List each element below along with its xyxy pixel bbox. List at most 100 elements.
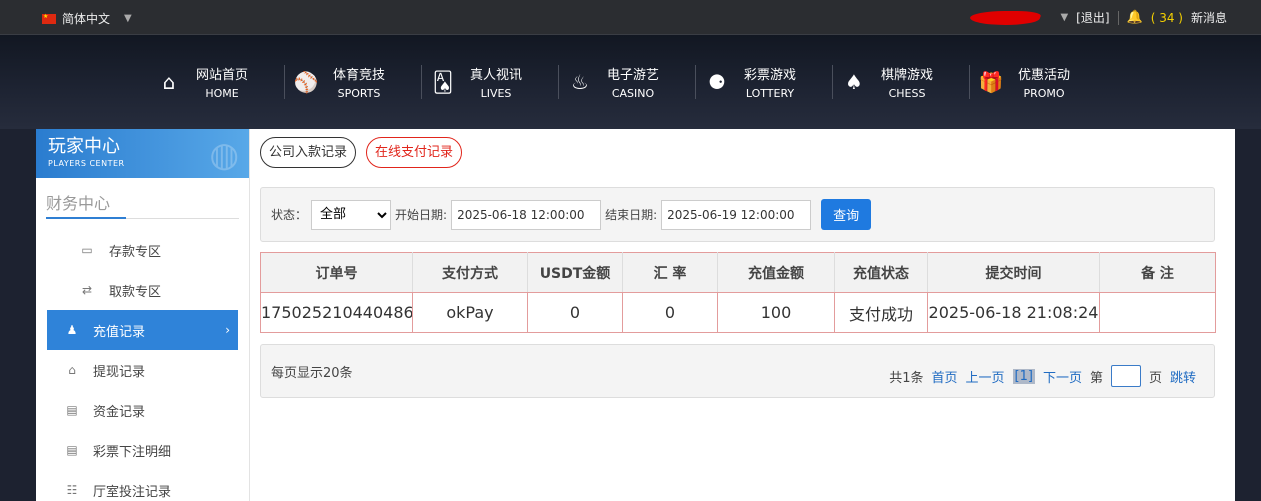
nav-item-lottery[interactable]: ⚈ 彩票游戏 LOTTERY xyxy=(696,64,833,100)
nav-item-label: 电子游艺 xyxy=(607,68,660,83)
start-date-input[interactable] xyxy=(451,199,602,230)
chess-icon: ♠ xyxy=(845,70,863,94)
column-header: 支付方式 xyxy=(412,252,528,293)
end-date-label: 结束日期: xyxy=(605,208,658,222)
nav-item-lives[interactable]: 🂡 真人视讯 LIVES xyxy=(422,64,559,100)
sidebar-item-lottery-bet-details[interactable]: ▤ 彩票下注明细 xyxy=(47,430,238,470)
bell-icon[interactable]: 🔔 xyxy=(1127,10,1143,25)
nav-item-text: 棋牌游戏 CHESS xyxy=(881,64,933,100)
nav-item-text: 优惠活动 PROMO xyxy=(1018,64,1070,100)
tab-company-deposit-records[interactable]: 公司入款记录 xyxy=(260,137,357,168)
table-cell: 2025-06-18 21:08:24 xyxy=(927,292,1100,333)
card-icon: ▭ xyxy=(81,243,93,257)
tab-online-payment-records[interactable]: 在线支付记录 xyxy=(366,137,463,168)
column-header: 汇 率 xyxy=(622,252,718,293)
table-cell: 0 xyxy=(527,292,623,333)
chevron-down-icon: ▼ xyxy=(124,13,132,24)
table-cell: okPay xyxy=(412,292,528,333)
jump-link[interactable]: 跳转 xyxy=(1170,367,1196,386)
nav-item-text: 网站首页 HOME xyxy=(196,64,248,100)
end-date-input[interactable] xyxy=(661,199,812,230)
page-prefix: 第 xyxy=(1089,370,1103,386)
sidebar-item-label: 取款专区 xyxy=(109,284,162,300)
user-chevron-down-icon[interactable]: ▼ xyxy=(1060,12,1068,23)
chevron-right-icon: › xyxy=(225,323,230,337)
column-header: USDT金额 xyxy=(527,252,623,293)
next-page-link[interactable]: 下一页 xyxy=(1043,367,1082,386)
nav-item-text: 体育竞技 SPORTS xyxy=(333,64,385,100)
casino-icon: ♨ xyxy=(571,70,589,94)
nav-item-promo[interactable]: 🎁 优惠活动 PROMO xyxy=(970,64,1107,100)
promo-icon: 🎁 xyxy=(978,70,1004,94)
nav-item-sublabel: CHESS xyxy=(888,87,926,100)
message-count[interactable]: ( 34 ) xyxy=(1151,11,1183,25)
nav-item-text: 电子游艺 CASINO xyxy=(607,64,659,100)
column-header: 备 注 xyxy=(1099,252,1216,293)
top-bar: 简体中文 ▼ ▼ [退出] 🔔 ( 34 ) 新消息 xyxy=(0,0,1261,35)
sidebar-item-deposit[interactable]: ▭ 存款专区 xyxy=(47,230,238,270)
nav-item-sublabel: LOTTERY xyxy=(745,87,795,100)
withdraw-icon: ⇄ xyxy=(81,283,93,297)
nav-item-text: 彩票游戏 LOTTERY xyxy=(744,64,796,100)
record-tabs: 公司入款记录 在线支付记录 xyxy=(260,137,463,168)
nav-item-casino[interactable]: ♨ 电子游艺 CASINO xyxy=(559,64,696,100)
nav-item-sublabel: CASINO xyxy=(611,87,655,100)
table-cell xyxy=(1099,292,1216,333)
column-header: 充值状态 xyxy=(834,252,928,293)
finance-center-heading: 财务中心 xyxy=(46,190,239,219)
nav-item-sports[interactable]: ⚾ 体育竞技 SPORTS xyxy=(285,64,422,100)
status-label: 状态： xyxy=(271,208,308,222)
prev-page-link[interactable]: 上一页 xyxy=(966,367,1005,386)
nav-item-chess[interactable]: ♠ 棋牌游戏 CHESS xyxy=(833,64,970,100)
query-button[interactable]: 查询 xyxy=(821,199,872,230)
column-header: 充值金额 xyxy=(717,252,835,293)
lottery-icon: ⚈ xyxy=(708,70,726,94)
home-icon: ⌂ xyxy=(162,70,176,94)
page-suffix: 页 xyxy=(1148,370,1162,386)
money-bag-icon: ♟ xyxy=(66,323,78,337)
sidebar-item-hall-bet-records[interactable]: ☷ 厅室投注记录 xyxy=(47,470,238,501)
language-selector[interactable]: 简体中文 ▼ xyxy=(42,10,132,27)
nav-item-label: 真人视讯 xyxy=(470,68,523,83)
sidebar-item-label: 充值记录 xyxy=(93,324,146,340)
table-cell: 0 xyxy=(622,292,718,333)
first-page-link[interactable]: 首页 xyxy=(931,367,957,386)
message-label[interactable]: 新消息 xyxy=(1191,9,1227,26)
nav-item-home[interactable]: ⌂ 网站首页 HOME xyxy=(148,64,285,100)
pagination: 共1条 首页 上一页 [1] 下一页 第 页 跳转 xyxy=(889,365,1196,387)
nav-item-label: 彩票游戏 xyxy=(744,68,797,83)
sidebar-item-label: 提现记录 xyxy=(93,364,146,380)
recharge-records-table: 订单号 支付方式 USDT金额汇 率充值金额 充值状态 提交时间备 注 17502521… xyxy=(260,252,1216,333)
nav-item-sublabel: LIVES xyxy=(480,87,512,100)
table-cell: 100 xyxy=(717,292,835,333)
language-label: 简体中文 xyxy=(62,12,111,26)
pagination-bar: 每页显示20条 共1条 首页 上一页 [1] 下一页 第 页 跳转 xyxy=(260,344,1215,398)
logout-link[interactable]: [退出] xyxy=(1076,9,1109,26)
start-date-label: 开始日期: xyxy=(395,208,448,222)
list-icon: ☷ xyxy=(66,483,78,497)
user-area: ▼ [退出] 🔔 ( 34 ) 新消息 xyxy=(967,9,1227,26)
nav-item-text: 真人视讯 LIVES xyxy=(470,64,522,100)
players-center-header: 玩家中心 PLAYERS CENTER ◍ xyxy=(36,129,249,178)
sidebar: 玩家中心 PLAYERS CENTER ◍ 财务中心 ▭ 存款专区 ⇄ 取款专区 ♟ 充值… xyxy=(36,129,250,501)
sports-icon: ⚾ xyxy=(293,70,319,94)
nav-item-sublabel: PROMO xyxy=(1023,87,1065,100)
sidebar-item-recharge-records[interactable]: ♟ 充值记录 › xyxy=(47,310,238,350)
status-select[interactable]: 全部 xyxy=(311,199,392,230)
sidebar-item-fund-records[interactable]: ▤ 资金记录 xyxy=(47,390,238,430)
sidebar-item-withdraw[interactable]: ⇄ 取款专区 xyxy=(47,270,238,310)
finance-center-label: 财务中心 xyxy=(46,194,111,213)
table-row: 1750252104404863 okPay 0 0 100 支付成功 2025-06-18… xyxy=(260,292,1216,333)
lottery-icon: ▤ xyxy=(66,443,78,457)
column-header: 订单号 xyxy=(260,252,413,293)
column-header: 提交时间 xyxy=(927,252,1100,293)
nav-item-label: 体育竞技 xyxy=(333,68,386,83)
gamepad-icon: ◍ xyxy=(209,135,239,175)
sidebar-item-label: 彩票下注明细 xyxy=(93,444,172,460)
page-number-input[interactable] xyxy=(1110,365,1141,387)
nav-item-sublabel: HOME xyxy=(205,87,239,100)
filter-bar: 状态： 全部 开始日期: 结束日期: 查询 xyxy=(260,187,1215,242)
sidebar-item-withdrawal-records[interactable]: ⌂ 提现记录 xyxy=(47,350,238,390)
table-header-row: 订单号 支付方式 USDT金额汇 率充值金额 充值状态 提交时间备 注 xyxy=(260,252,1216,293)
current-page[interactable]: [1] xyxy=(1012,368,1035,384)
